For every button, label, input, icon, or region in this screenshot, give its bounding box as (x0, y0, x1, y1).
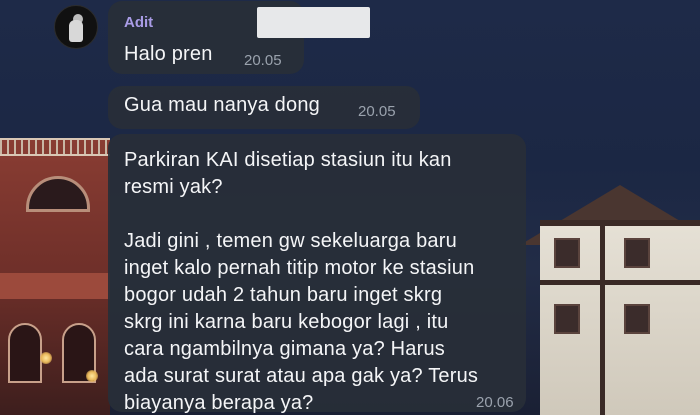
message-text: Parkiran KAI disetiap stasiun itu kan re… (124, 149, 479, 414)
sender-avatar[interactable] (54, 5, 98, 49)
message-time: 20.06 (476, 394, 514, 411)
sender-name[interactable]: Adit (124, 14, 153, 31)
message-bubble[interactable]: Adit Halo pren 20.05 (108, 1, 370, 74)
redacted-name-block (257, 7, 370, 38)
wallpaper-lamp (40, 352, 52, 364)
wallpaper-lamp (86, 370, 98, 382)
message-bubble[interactable]: Parkiran KAI disetiap stasiun itu kan re… (108, 134, 526, 414)
message-time: 20.05 (358, 103, 396, 120)
wallpaper-building-right (540, 220, 700, 415)
message-text: Gua mau nanya dong (124, 94, 320, 116)
message-text: Halo pren (124, 43, 213, 65)
message-bubble[interactable]: Gua mau nanya dong 20.05 (108, 86, 420, 129)
message-time: 20.05 (244, 52, 282, 69)
